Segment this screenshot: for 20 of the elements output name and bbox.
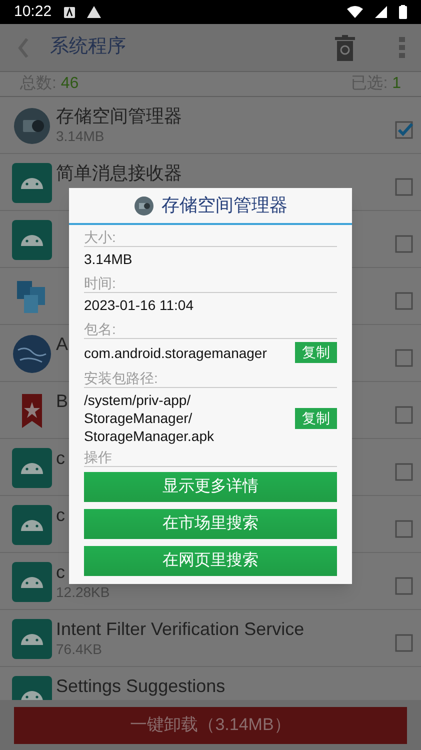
field-value: 3.14MB bbox=[84, 250, 132, 268]
status-time: 10:22 bbox=[14, 2, 52, 22]
field-label: 包名: bbox=[84, 317, 337, 339]
field-value: /system/priv-app/ StorageManager/ StorageManager.apk bbox=[84, 391, 214, 445]
app-name: 简单消息接收器 bbox=[56, 163, 182, 183]
field-label: 时间: bbox=[84, 271, 337, 293]
field-label: 大小: bbox=[84, 225, 337, 247]
app-name: A bbox=[56, 334, 68, 354]
app-name: B bbox=[56, 391, 68, 411]
actions-label: 操作 bbox=[84, 448, 337, 467]
app-name: Settings Suggestions bbox=[56, 676, 226, 696]
field-value: 2023-01-16 11:04 bbox=[84, 296, 194, 314]
app-name: 存储空间管理器 bbox=[56, 106, 182, 126]
field-value: com.android.storagemanager bbox=[84, 344, 267, 362]
app-name: c bbox=[56, 562, 65, 582]
app-name: c bbox=[56, 505, 65, 525]
field-label: 安装包路径: bbox=[84, 366, 337, 388]
app-name: Intent Filter Verification Service bbox=[56, 619, 304, 639]
app-bar-title: 系统程序 bbox=[50, 35, 126, 60]
app-name: c bbox=[56, 448, 65, 468]
